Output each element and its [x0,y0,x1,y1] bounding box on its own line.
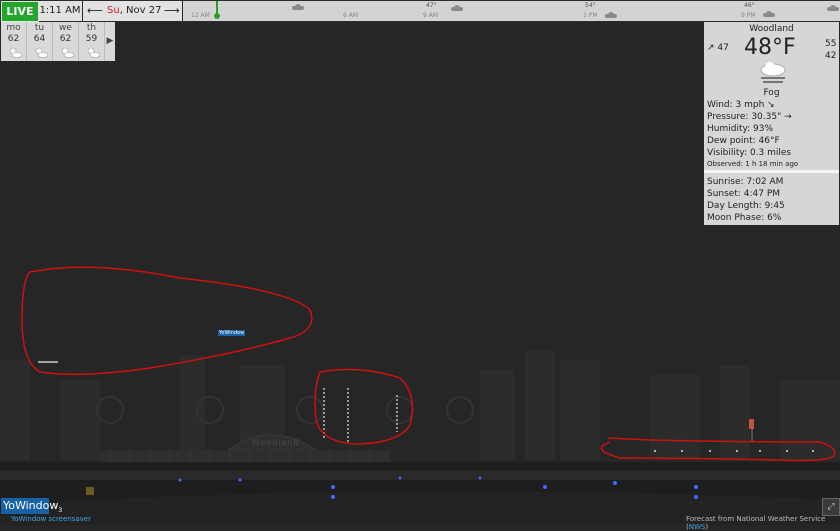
forecast-day[interactable]: we 62 [53,22,79,61]
forecast-day-name: th [86,23,97,33]
cloud-icon [827,5,839,11]
panel-divider [704,170,839,173]
current-weather-panel[interactable]: Woodland ↗ 47 48°F 55 42 Fog Wind: 3 mph … [704,22,839,225]
forecast-day-name: we [59,23,72,33]
timeline-temp: 46° [744,2,755,9]
forecast-day[interactable]: mo 62 [1,22,27,61]
forecast-day-name: tu [34,23,45,33]
forecast-day-temp: 64 [33,34,46,44]
forecast-source-end: ) [705,523,709,531]
prev-day-arrow-icon[interactable]: ⟵ [87,1,103,21]
cloud-icon [763,11,775,17]
terminal-building-label: Woodland [252,438,300,447]
visibility-info: Visibility: 0.3 miles [707,148,792,158]
current-date: Su, Nov 27 [107,1,161,21]
sun-cloud-icon [451,5,463,11]
forecast-more-arrow-icon[interactable]: ▶ [105,22,115,61]
timeline-temp: 47° [426,2,437,9]
fog-icon [760,62,786,83]
cloud-icon [605,12,617,18]
high-temp: 55 [825,39,837,49]
timeline-hour-label: 6 AM [343,12,359,19]
sun-cloud-icon [9,47,22,58]
top-bar: LIVE 1:11 AM ⟵ Su, Nov 27 ⟶ 12 AM 6 AM 9… [0,0,840,22]
yowindow-logo[interactable]: YoWindow3 [1,498,62,514]
date-month-day: , Nov 27 [119,5,162,16]
forecast-day-name: mo [6,23,21,33]
next-day-arrow-icon[interactable]: ⟶ [164,1,180,21]
humidity-info: Humidity: 93% [707,124,774,134]
brand-name: YoWindow [3,499,59,512]
sun-cloud-icon [87,47,100,58]
date-weekday: Su [107,5,120,16]
low-temp: ↗ 47 [707,43,729,53]
forecast-day-temp: 59 [85,34,98,44]
sunset-info: Sunset: 4:47 PM [707,189,781,199]
pressure-info: Pressure: 30.35" → [707,112,792,122]
high-temps: 55 42 [825,38,836,62]
moon-phase-info: Moon Phase: 6% [707,213,782,223]
timeline-hour-label: 9 AM [423,12,439,19]
timeline-temp: 54° [585,2,596,9]
location-name: Woodland [749,24,794,34]
sun-cloud-icon [61,47,74,58]
forecast-day-temp: 62 [59,34,72,44]
fullscreen-icon[interactable]: ⤢ [822,498,840,516]
screensaver-link[interactable]: YoWindow screensaver [11,515,91,523]
wind-info: Wind: 3 mph ↘ [707,100,775,110]
scene-watermark: YoWindow [218,330,246,336]
current-time: 1:11 AM [38,1,82,21]
forecast-source: Forecast from National Weather Service (… [686,515,840,531]
day-length-info: Day Length: 9:45 [707,201,785,211]
dew-point-info: Dew point: 46°F [707,136,780,146]
timeline-hour-label: 9 PM [741,12,756,19]
timeline-hour-label: 12 AM [191,12,210,19]
sunrise-info: Sunrise: 7:02 AM [707,177,784,187]
current-temperature: 48°F [744,35,796,60]
forecast-day[interactable]: th 59 [79,22,105,61]
observed-time: Observed: 1 h 18 min ago [707,160,799,168]
condition-label: Fog [763,88,780,98]
nws-link[interactable]: NWS [689,523,706,531]
forecast-day[interactable]: tu 64 [27,22,53,61]
timeline-hour-label: 3 PM [583,12,598,19]
timeline-marker-handle[interactable] [214,13,220,19]
sun-cloud-icon [35,47,48,58]
live-button[interactable]: LIVE [1,1,39,22]
date-navigator: ⟵ Su, Nov 27 ⟶ [83,1,182,21]
forecast-day-temp: 62 [7,34,20,44]
brand-version: 3 [58,507,63,515]
hourly-timeline[interactable]: 12 AM 6 AM 9 AM 3 PM 9 PM 47° 54° 46° [183,1,840,21]
cloud-icon [292,4,304,10]
high-temp-2: 42 [825,51,837,61]
